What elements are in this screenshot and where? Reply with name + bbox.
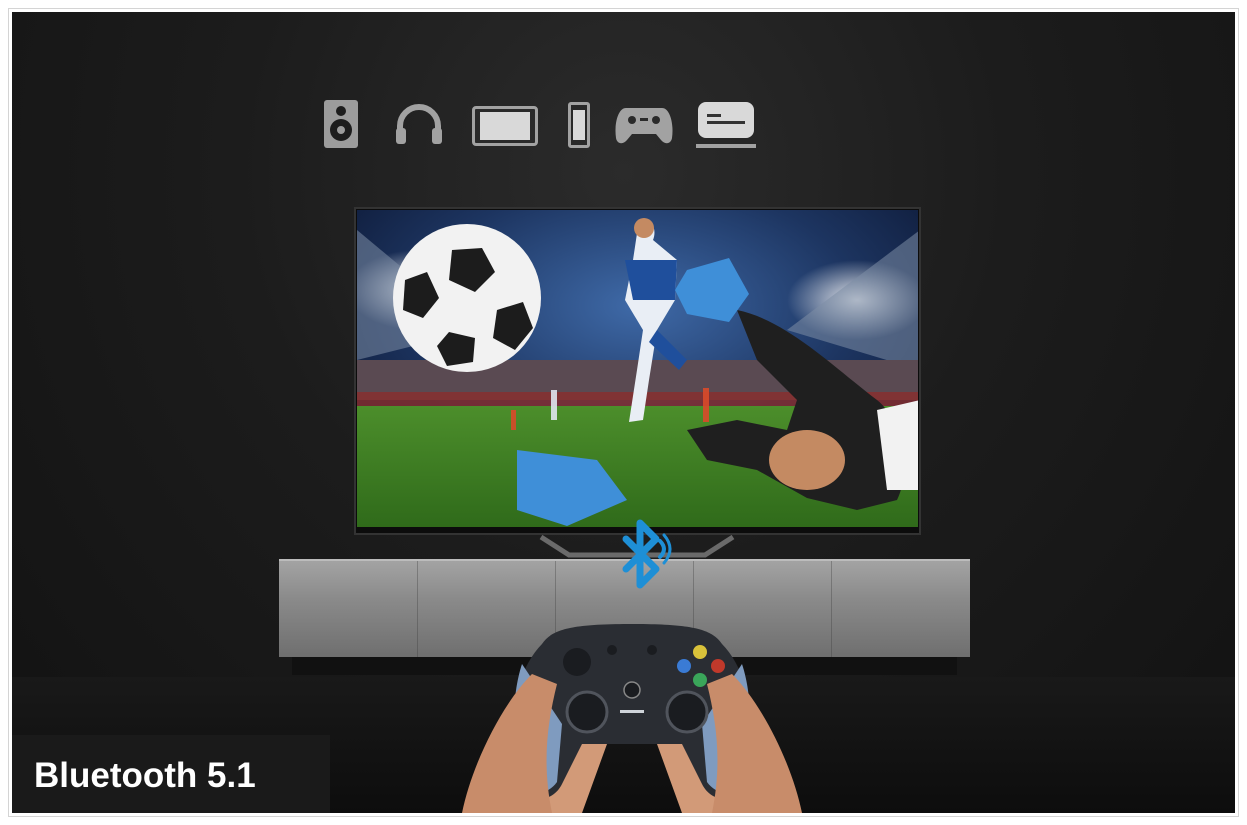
gamepad-controller (462, 624, 802, 813)
gamepad-icon (614, 104, 674, 146)
tablet-icon (472, 106, 538, 146)
bluetooth-icon (622, 519, 672, 589)
speaker-icon (324, 100, 358, 148)
headphones-icon (394, 102, 444, 146)
caption-text: Bluetooth 5.1 (34, 756, 256, 795)
tv-screen-soccer-scene (357, 210, 918, 527)
phone-icon (568, 102, 590, 148)
device-icon-row (324, 100, 756, 162)
television (354, 207, 921, 535)
monitor-icon (696, 102, 756, 150)
product-scene (12, 12, 1235, 813)
